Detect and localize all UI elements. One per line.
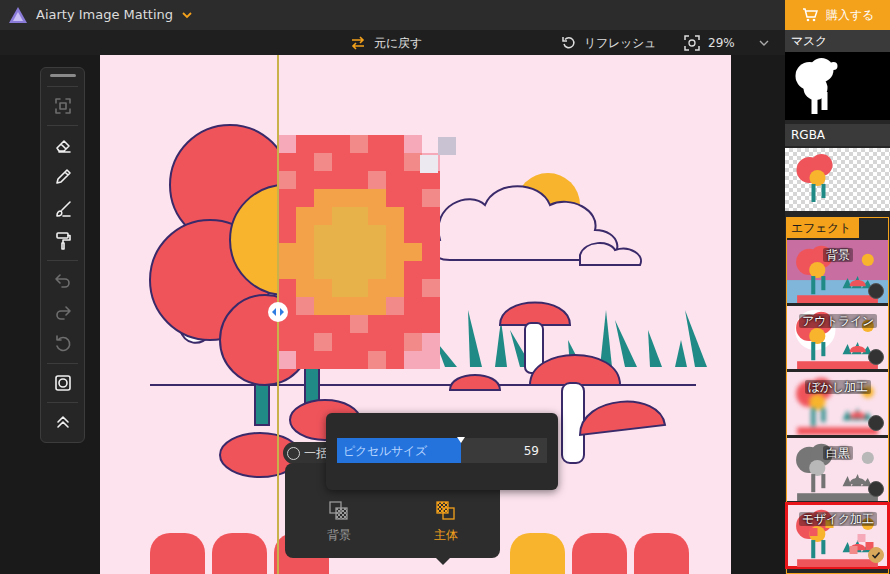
- effect-check[interactable]: [868, 349, 884, 365]
- view-toolbar: 元に戻す リフレッシュ 29%: [0, 30, 785, 55]
- eraser-icon: [53, 135, 73, 155]
- rail-divider: [47, 86, 78, 87]
- effect-item[interactable]: ぼかし加工: [787, 372, 888, 435]
- pixel-size-popup: ピクセルサイズ 59: [326, 413, 558, 490]
- output-panel: マスク RGBA エフェクト 背景アウトラインぼかし加工白黒モザイク加工: [785, 30, 890, 574]
- tool-button[interactable]: [41, 367, 84, 399]
- redo-icon: [53, 302, 73, 322]
- tool-button[interactable]: [41, 225, 84, 257]
- effect-check[interactable]: [868, 547, 884, 563]
- undo-icon: [53, 270, 73, 290]
- target-label: 背景: [327, 526, 351, 544]
- effect-check[interactable]: [868, 481, 884, 497]
- app-title: Aiarty Image Matting: [36, 5, 173, 25]
- effect-item[interactable]: モザイク加工: [787, 504, 888, 567]
- effect-label: モザイク加工: [787, 510, 888, 528]
- rgba-preview: [785, 148, 890, 211]
- mask-header: マスク: [785, 30, 890, 52]
- roller-icon: [53, 231, 73, 251]
- effect-label: 白黒: [787, 444, 888, 462]
- effect-label: 背景: [787, 246, 888, 264]
- logo-icon: [8, 6, 28, 24]
- canvas-area: 一括ピクセルサイズ 59 背景 主体: [0, 55, 785, 574]
- tool-button[interactable]: [41, 406, 84, 438]
- effects-list: 背景アウトラインぼかし加工白黒モザイク加工: [787, 238, 888, 569]
- rail-grip[interactable]: [50, 74, 76, 77]
- rail-divider: [47, 125, 78, 126]
- pixel-size-slider[interactable]: ピクセルサイズ 59: [337, 438, 547, 463]
- tool-button: [41, 264, 84, 296]
- effect-label-text: ぼかし加工: [805, 380, 871, 394]
- collapse-up-icon: [53, 412, 73, 432]
- left-right-arrows-icon: [271, 307, 285, 317]
- reset-icon: [53, 334, 73, 354]
- undo-compare-button[interactable]: 元に戻す: [350, 34, 422, 52]
- batch-label: 一括: [304, 444, 328, 462]
- refresh-button[interactable]: リフレッシュ: [562, 34, 656, 52]
- effect-item[interactable]: アウトライン: [787, 306, 888, 369]
- cart-icon: [802, 8, 818, 22]
- tool-button[interactable]: [41, 129, 84, 161]
- pixel-size-label: ピクセルサイズ: [343, 442, 427, 460]
- effect-label: アウトライン: [787, 312, 888, 330]
- mask-thumbnail[interactable]: [785, 52, 890, 120]
- effects-section: エフェクト 背景アウトラインぼかし加工白黒モザイク加工: [786, 217, 889, 574]
- tool-button: [41, 296, 84, 328]
- pixel-size-value[interactable]: 59: [524, 442, 539, 460]
- effect-item[interactable]: 白黒: [787, 438, 888, 501]
- target-option[interactable]: 主体: [406, 500, 486, 544]
- target-label: 主体: [434, 526, 458, 544]
- effect-item[interactable]: 背景: [787, 240, 888, 303]
- effect-label-text: アウトライン: [799, 314, 877, 328]
- target-option[interactable]: 背景: [299, 500, 379, 544]
- tool-button: [41, 328, 84, 360]
- mask-view-icon: [53, 373, 73, 393]
- compare-handle[interactable]: [268, 302, 288, 322]
- tool-button[interactable]: [41, 161, 84, 193]
- effect-check[interactable]: [868, 283, 884, 299]
- rail-divider: [47, 260, 78, 261]
- zoom-control[interactable]: 29%: [684, 34, 769, 52]
- effect-label-text: 白黒: [823, 446, 853, 460]
- image-canvas[interactable]: 一括ピクセルサイズ 59 背景 主体: [100, 55, 731, 574]
- chevron-down-icon[interactable]: [759, 38, 769, 48]
- batch-radio[interactable]: [287, 447, 300, 460]
- tool-button[interactable]: [41, 193, 84, 225]
- effect-check[interactable]: [868, 415, 884, 431]
- app-window: Aiarty Image Matting 購入する 元に戻す リフレッシュ: [0, 0, 890, 574]
- effect-label: ぼかし加工: [787, 378, 888, 396]
- refresh-icon: [562, 36, 576, 50]
- popup-caret: [436, 558, 450, 565]
- background-layer-icon: [328, 500, 350, 522]
- check-icon: [871, 550, 881, 560]
- effect-label-text: 背景: [823, 248, 853, 262]
- buy-button[interactable]: 購入する: [785, 0, 890, 30]
- subject-layer-icon: [435, 500, 457, 522]
- effect-label-text: モザイク加工: [799, 512, 877, 526]
- effects-header: エフェクト: [787, 218, 859, 238]
- rail-divider: [47, 402, 78, 403]
- chevron-down-icon[interactable]: [181, 9, 193, 21]
- slider-thumb[interactable]: [457, 437, 465, 443]
- title-bar: Aiarty Image Matting 購入する: [0, 0, 890, 30]
- brush-icon: [53, 199, 73, 219]
- fit-view-icon: [53, 96, 73, 116]
- tool-button: [41, 90, 84, 122]
- rail-divider: [47, 363, 78, 364]
- zoom-fit-icon: [684, 35, 700, 51]
- swap-icon: [350, 36, 366, 50]
- rgba-header: RGBA: [785, 124, 890, 146]
- tool-rail: [40, 67, 85, 443]
- pen-icon: [53, 167, 73, 187]
- compare-divider[interactable]: [277, 55, 279, 574]
- rgba-thumbnail[interactable]: [785, 148, 890, 211]
- mask-preview: [785, 52, 890, 120]
